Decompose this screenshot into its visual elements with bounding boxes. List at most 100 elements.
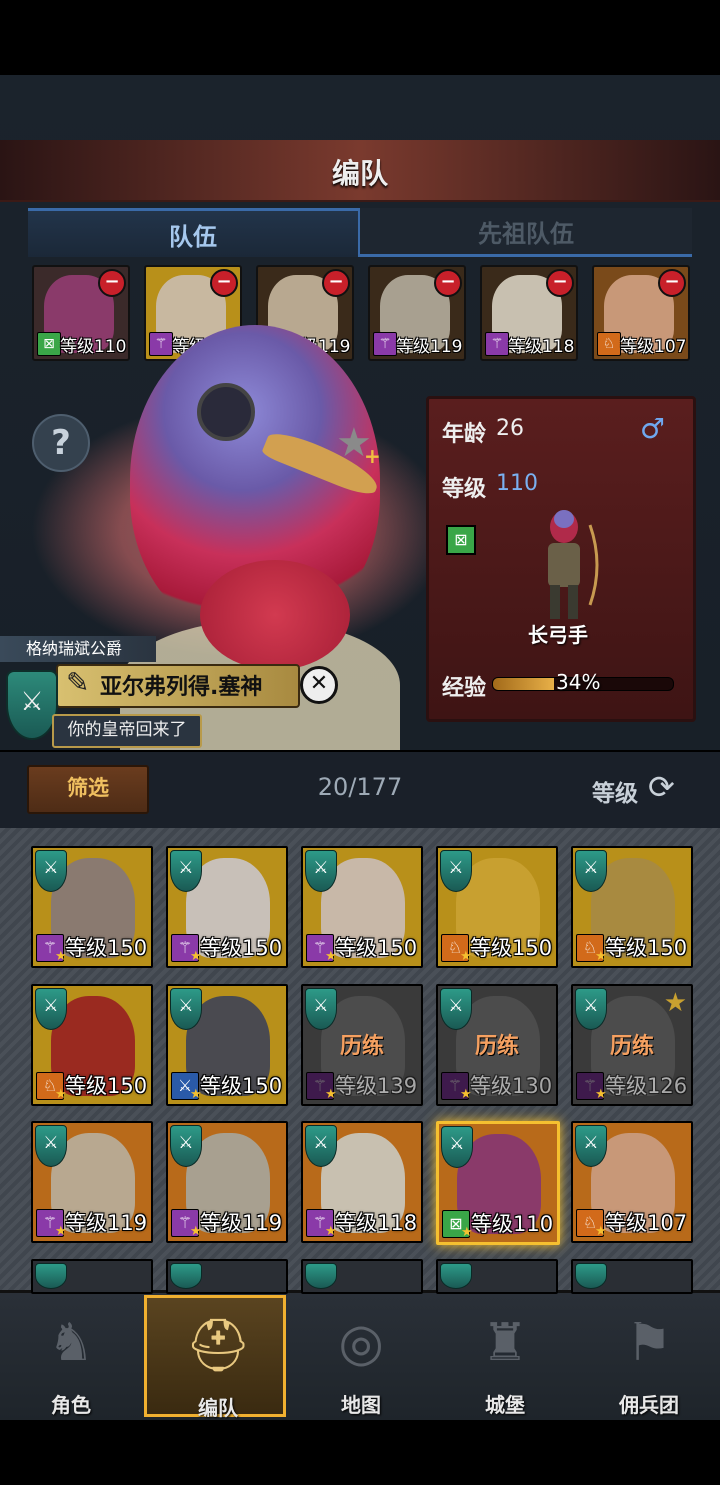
roster-level: 等级150 (470, 936, 553, 960)
roster-level: 等级107 (605, 1211, 688, 1235)
help-button[interactable]: ? (32, 414, 90, 472)
training-label: 历练 (609, 1034, 654, 1059)
sort-label[interactable]: 等级 (592, 774, 638, 808)
knight-icon: ♞ (47, 1313, 95, 1373)
sword-shield-icon: ⚔ (35, 850, 67, 892)
sword-shield-icon (170, 1263, 202, 1289)
roster-card[interactable]: ⚔ ⚚ ★ 等级130 历练 (436, 984, 558, 1106)
roster-card[interactable]: ⚔ ⚚ ★ 等级118 (301, 1121, 423, 1243)
sword-shield-icon: ⚔ (440, 850, 472, 892)
roster-level: 等级110 (471, 1212, 554, 1236)
sword-shield-icon: ⚔ (6, 670, 58, 740)
bow-class-icon: ⊠ (446, 525, 476, 555)
compass-icon: ◎ (338, 1313, 384, 1373)
helmet-icon: ⛑ (184, 1316, 251, 1376)
level-label: 等级 (442, 477, 487, 502)
roster-level: 等级150 (605, 936, 688, 960)
roster-card[interactable] (436, 1259, 558, 1294)
question-icon: ? (51, 423, 71, 463)
close-icon[interactable]: ✕ (300, 666, 338, 704)
noble-title: 格纳瑞斌公爵 (0, 636, 156, 662)
team-slot[interactable]: − ⊠ 等级110 (32, 265, 130, 361)
roster-card[interactable]: ⚔ ⚚ ★ 等级126 历练 ★ (571, 984, 693, 1106)
refresh-icon[interactable]: ⟳ (648, 768, 675, 806)
roster-card[interactable]: ⚔ ⊠ ★ 等级110 (436, 1121, 560, 1245)
roster-card[interactable] (571, 1259, 693, 1294)
age-value: 26 (496, 416, 524, 441)
sword-shield-icon (305, 1263, 337, 1289)
tab-ancestor-team[interactable]: 先祖队伍 (360, 208, 692, 257)
bow-class-icon: ⊠ (37, 332, 61, 356)
nav-mercenary[interactable]: ⚑ 佣兵团 (578, 1295, 720, 1417)
sword-shield-icon: ⚔ (575, 988, 607, 1030)
castle-icon: ♜ (481, 1313, 529, 1373)
nav-team[interactable]: ⛑ 编队 (144, 1295, 286, 1420)
roster-card[interactable]: ⚔ ♘ ★ 等级150 (31, 984, 153, 1106)
sword-shield-icon: ⚔ (575, 850, 607, 892)
page-title: 编队 (331, 157, 388, 190)
nav-role[interactable]: ♞ 角色 (0, 1295, 142, 1417)
roster-card[interactable]: ⚔ ⚚ ★ 等级150 (301, 846, 423, 968)
roster-level: 等级150 (65, 1074, 148, 1098)
level-value: 110 (496, 471, 538, 496)
filter-button[interactable]: 筛选 (27, 765, 149, 814)
plus-icon: + (364, 444, 381, 468)
hero-count: 20/177 (317, 773, 403, 801)
sword-shield-icon: ⚔ (305, 850, 337, 892)
team-slot[interactable]: − ⚚等级119 (368, 265, 466, 361)
edit-icon[interactable]: ✎ (66, 666, 89, 699)
hero-name: 亚尔弗列得.塞神 (100, 675, 263, 700)
nav-mercenary-label: 佣兵团 (619, 1393, 679, 1417)
slot-level: 等级119 (396, 337, 463, 357)
roster-card[interactable] (301, 1259, 423, 1294)
mount-class-icon: ♘ (597, 332, 621, 356)
remove-icon[interactable]: − (434, 269, 462, 297)
tab-team[interactable]: 队伍 (28, 208, 360, 257)
sword-shield-icon: ⚔ (170, 988, 202, 1030)
remove-icon[interactable]: − (322, 269, 350, 297)
slot-level: 等级118 (508, 337, 575, 357)
roster-card[interactable]: ⚔ ⚔ ★ 等级150 (166, 984, 288, 1106)
roster-card[interactable]: ⚔ ♘ ★ 等级150 (436, 846, 558, 968)
roster-level: 等级150 (335, 936, 418, 960)
roster-level: 等级150 (200, 936, 283, 960)
tab-bar: 队伍 先祖队伍 (28, 208, 692, 257)
sword-shield-icon: ⚔ (170, 1125, 202, 1167)
sword-shield-icon: ⚔ (305, 988, 337, 1030)
roster-card[interactable]: ⚔ ♘ ★ 等级150 (571, 846, 693, 968)
roster-card[interactable]: ⚔ ⚚ ★ 等级119 (31, 1121, 153, 1243)
sword-shield-icon: ⚔ (440, 988, 472, 1030)
roster-card[interactable]: ⚔ ⚚ ★ 等级150 (166, 846, 288, 968)
status-bar-area (0, 0, 720, 75)
remove-icon[interactable]: − (658, 269, 686, 297)
roster-card[interactable] (166, 1259, 288, 1294)
training-label: 历练 (474, 1034, 519, 1059)
nav-castle-label: 城堡 (485, 1393, 525, 1417)
hero-figure (548, 510, 599, 619)
roster-card[interactable]: ⚔ ⚚ ★ 等级150 (31, 846, 153, 968)
nav-castle[interactable]: ♜ 城堡 (434, 1295, 576, 1417)
team-slot[interactable]: − ♘ 等级107 (592, 265, 690, 361)
age-label: 年龄 (442, 422, 487, 447)
roster-level: 等级139 (335, 1074, 418, 1098)
roster-card[interactable]: ⚔ ♘ ★ 等级107 (571, 1121, 693, 1243)
remove-icon[interactable]: − (98, 269, 126, 297)
nav-map[interactable]: ◎ 地图 (290, 1295, 432, 1417)
team-slot[interactable]: − ⚚ 等级118 (480, 265, 578, 361)
roster-card[interactable]: ⚔ ⚚ ★ 等级119 (166, 1121, 288, 1243)
nav-map-label: 地图 (341, 1393, 381, 1417)
remove-icon[interactable]: − (210, 269, 238, 297)
sword-shield-icon: ⚔ (305, 1125, 337, 1167)
roster-card[interactable]: ⚔ ⚚ ★ 等级139 历练 (301, 984, 423, 1106)
mercenary-icon: ⚑ (625, 1313, 673, 1373)
remove-icon[interactable]: − (546, 269, 574, 297)
roster-level: 等级119 (65, 1211, 148, 1235)
hero-wattle (200, 560, 350, 670)
nav-role-label: 角色 (51, 1393, 91, 1417)
system-nav-area (0, 1420, 720, 1485)
slot-level: 等级107 (620, 337, 687, 357)
staff-class-icon: ⚚ (149, 332, 173, 356)
sword-shield-icon (575, 1263, 607, 1289)
roster-card[interactable] (31, 1259, 153, 1294)
nav-team-label: 编队 (198, 1396, 238, 1420)
